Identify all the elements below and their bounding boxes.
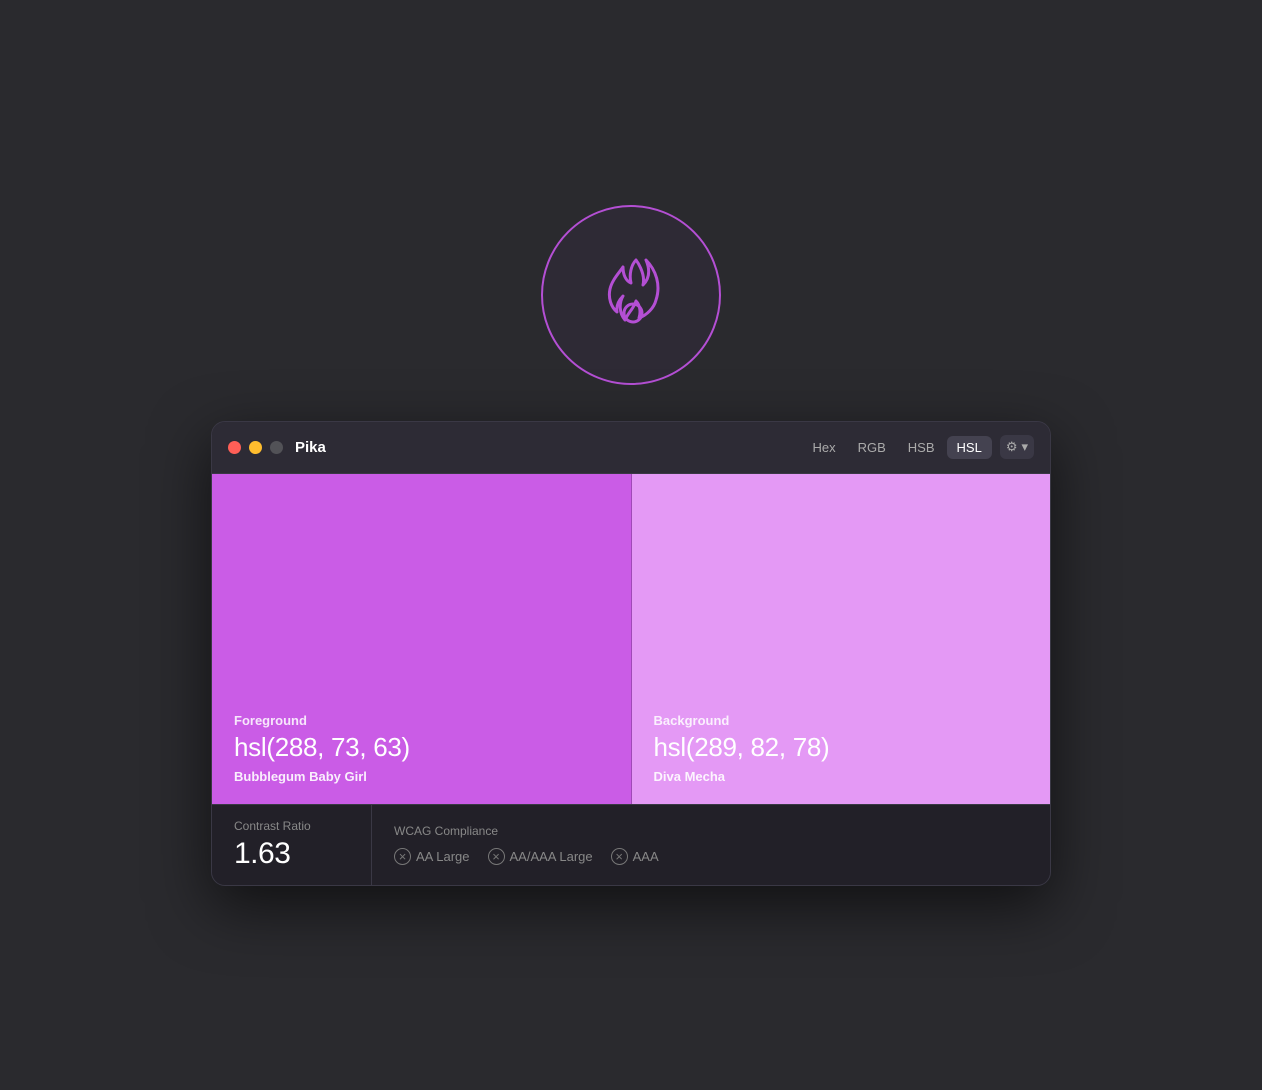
fail-icon-aaa — [611, 848, 628, 865]
app-icon-wrapper — [541, 205, 721, 385]
badge-aaa: AAA — [611, 848, 659, 865]
background-color-name: Diva Mecha — [654, 769, 1029, 784]
close-button[interactable] — [228, 441, 241, 454]
badge-aaa-label: AAA — [633, 849, 659, 864]
background-label: Background — [654, 713, 1029, 728]
foreground-value: hsl(288, 73, 63) — [234, 732, 609, 763]
badge-aa-aaa-large: AA/AAA Large — [488, 848, 593, 865]
wcag-badges: AA Large AA/AAA Large AAA — [394, 848, 659, 865]
background-value: hsl(289, 82, 78) — [654, 732, 1029, 763]
window-title: Pika — [295, 439, 802, 456]
fail-icon-aa-aaa-large — [488, 848, 505, 865]
tab-hsb[interactable]: HSB — [898, 436, 945, 459]
contrast-label: Contrast Ratio — [234, 819, 349, 833]
minimize-button[interactable] — [249, 441, 262, 454]
app-icon-circle — [541, 205, 721, 385]
foreground-panel[interactable]: Foreground hsl(288, 73, 63) Bubblegum Ba… — [212, 474, 632, 804]
color-panels: Foreground hsl(288, 73, 63) Bubblegum Ba… — [212, 474, 1050, 804]
foreground-label: Foreground — [234, 713, 609, 728]
bottom-bar: Contrast Ratio 1.63 WCAG Compliance AA L… — [212, 804, 1050, 885]
format-tabs: Hex RGB HSB HSL — [802, 436, 991, 459]
tab-hsl[interactable]: HSL — [947, 436, 992, 459]
badge-aa-large-label: AA Large — [416, 849, 470, 864]
badge-aa-aaa-large-label: AA/AAA Large — [510, 849, 593, 864]
tab-hex[interactable]: Hex — [802, 436, 845, 459]
foreground-color-name: Bubblegum Baby Girl — [234, 769, 609, 784]
chevron-down-icon: ▾ — [1021, 439, 1028, 455]
app-window: Pika Hex RGB HSB HSL ⚙ ▾ Foreground hsl(… — [211, 421, 1051, 886]
traffic-lights — [228, 441, 283, 454]
flame-icon — [581, 245, 681, 345]
maximize-button[interactable] — [270, 441, 283, 454]
title-bar: Pika Hex RGB HSB HSL ⚙ ▾ — [212, 422, 1050, 474]
wcag-section: WCAG Compliance AA Large AA/AAA Large AA… — [372, 805, 681, 885]
tab-rgb[interactable]: RGB — [848, 436, 896, 459]
settings-button[interactable]: ⚙ ▾ — [1000, 435, 1034, 459]
gear-icon: ⚙ — [1006, 439, 1018, 455]
contrast-value: 1.63 — [234, 837, 349, 871]
badge-aa-large: AA Large — [394, 848, 470, 865]
fail-icon-aa-large — [394, 848, 411, 865]
background-panel[interactable]: Background hsl(289, 82, 78) Diva Mecha — [632, 474, 1051, 804]
contrast-section: Contrast Ratio 1.63 — [212, 805, 372, 885]
wcag-label: WCAG Compliance — [394, 824, 659, 838]
